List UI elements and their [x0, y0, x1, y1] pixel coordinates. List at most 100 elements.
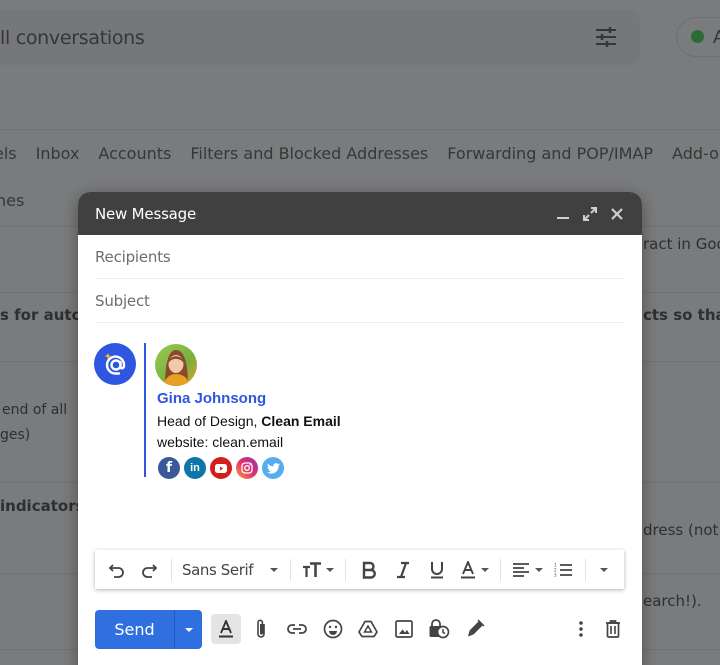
paperclip-icon [257, 619, 265, 638]
discard-draft-button[interactable] [598, 614, 628, 644]
attach-files-button[interactable] [246, 614, 276, 644]
settings-tab[interactable]: Add-o [672, 144, 719, 163]
message-body[interactable]: Gina Johnsong Head of Design, Clean Emai… [78, 323, 642, 548]
lock-clock-icon [429, 619, 450, 639]
recipients-input[interactable] [95, 247, 625, 266]
signature-title: Head of Design, Clean Email [157, 413, 341, 429]
settings-tab[interactable]: els [0, 144, 17, 163]
close-button[interactable] [606, 203, 628, 225]
avatar [155, 344, 197, 386]
setting-text: dress (not [643, 521, 719, 539]
instagram-icon[interactable] [236, 457, 258, 479]
insert-signature-button[interactable] [460, 614, 490, 644]
signature-company: Clean Email [261, 413, 341, 429]
confidential-mode-button[interactable] [424, 614, 454, 644]
person-photo-icon [163, 350, 190, 386]
font-select[interactable]: Sans Serif [178, 555, 284, 585]
link-icon [287, 624, 307, 634]
chevron-down-icon [534, 567, 543, 572]
setting-text: ges) [0, 427, 31, 443]
recipients-field [95, 235, 625, 279]
send-group: Send [95, 610, 202, 649]
facebook-icon[interactable]: f [158, 457, 180, 479]
chevron-down-icon [270, 567, 278, 572]
more-formatting-button[interactable] [592, 555, 616, 585]
search-placeholder: ll conversations [0, 27, 145, 49]
send-options-button[interactable] [175, 610, 202, 649]
toolbar-divider [345, 558, 346, 581]
youtube-icon[interactable] [210, 457, 232, 479]
compose-header[interactable]: New Message [78, 192, 642, 235]
insert-photo-button[interactable] [389, 614, 419, 644]
status-dot-icon [691, 30, 704, 43]
search-options-icon[interactable] [594, 25, 618, 49]
text-size-button[interactable] [297, 555, 339, 585]
clean-email-logo [94, 343, 136, 385]
settings-tab[interactable]: Accounts [98, 144, 171, 163]
svg-text:3: 3 [554, 572, 557, 577]
status-text: A [713, 27, 720, 47]
pen-icon [468, 619, 485, 637]
setting-label: indicators: [0, 497, 91, 515]
settings-tab[interactable]: Forwarding and POP/IMAP [447, 144, 653, 163]
settings-tabs: els Inbox Accounts Filters and Blocked Addr… [0, 144, 720, 163]
minimize-icon [557, 216, 569, 219]
setting-text: end of all [2, 402, 68, 418]
expand-icon [583, 206, 597, 221]
divider [0, 129, 720, 130]
photo-icon [395, 620, 413, 638]
expand-button[interactable] [579, 203, 601, 225]
chevron-down-icon [326, 567, 334, 572]
italic-button[interactable] [386, 555, 420, 585]
bold-icon [362, 561, 376, 579]
settings-tab[interactable]: Inbox [36, 144, 80, 163]
website-link[interactable]: clean.email [212, 434, 283, 450]
text-size-icon [303, 561, 321, 577]
setting-label: cts so that [643, 306, 720, 324]
social-links: f in [158, 457, 284, 479]
signature-accent-bar [144, 343, 146, 477]
setting-label: s for auto- [0, 306, 89, 324]
align-left-icon [512, 562, 529, 577]
subject-input[interactable] [95, 291, 625, 310]
toolbar-divider [585, 558, 586, 581]
undo-button[interactable] [101, 555, 133, 585]
underline-icon [431, 561, 443, 578]
text-color-icon [460, 560, 475, 578]
linkedin-icon[interactable]: in [184, 457, 206, 479]
undo-icon [108, 563, 124, 578]
align-button[interactable] [507, 555, 547, 585]
chevron-down-icon [600, 567, 608, 572]
chevron-down-icon [480, 567, 489, 572]
minimize-button[interactable] [552, 203, 574, 225]
insert-link-button[interactable] [282, 614, 312, 644]
chevron-down-icon [184, 627, 193, 632]
font-name: Sans Serif [182, 560, 254, 579]
settings-subtab[interactable]: nes [0, 191, 24, 210]
signature-name: Gina Johnsong [157, 390, 267, 407]
bold-button[interactable] [352, 555, 386, 585]
numbered-list-button[interactable]: 123 [547, 555, 579, 585]
signature-website: website: clean.email [157, 434, 283, 450]
numbered-list-icon: 123 [554, 562, 572, 577]
toolbar-divider [171, 558, 172, 581]
underline-button[interactable] [420, 555, 454, 585]
setting-text: ract in Goo [643, 235, 720, 253]
signature-role: Head of Design, [157, 413, 262, 429]
twitter-icon[interactable] [262, 457, 284, 479]
redo-icon [142, 563, 158, 578]
settings-tab[interactable]: Filters and Blocked Addresses [190, 144, 428, 163]
insert-drive-button[interactable] [353, 614, 383, 644]
drive-icon [358, 620, 378, 638]
italic-icon [397, 561, 409, 578]
toolbar-divider [500, 558, 501, 581]
text-color-button[interactable] [454, 555, 494, 585]
more-vert-icon [579, 621, 583, 637]
redo-button[interactable] [133, 555, 165, 585]
formatting-options-button[interactable] [211, 614, 241, 644]
compose-window: New Message Recipients Subject Gina John… [78, 192, 642, 665]
toolbar-divider [290, 558, 291, 581]
insert-emoji-button[interactable] [318, 614, 348, 644]
send-button[interactable]: Send [95, 610, 175, 649]
more-options-button[interactable] [566, 614, 596, 644]
